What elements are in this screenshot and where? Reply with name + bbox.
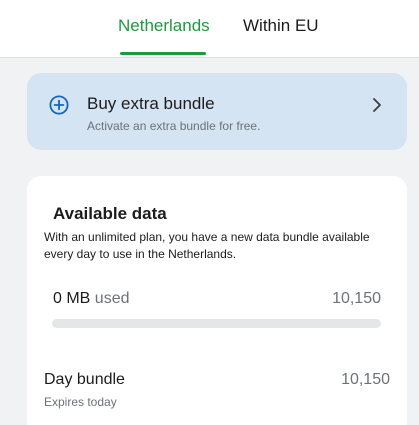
data-total: 10,150 [332, 290, 381, 307]
data-used: 0 MB used [53, 289, 130, 309]
data-usage-progress-bar [52, 319, 381, 328]
tab-bar: Netherlands Within EU [0, 0, 419, 58]
data-used-value: 0 MB [53, 290, 91, 307]
buy-extra-bundle-button[interactable]: Buy extra bundle Activate an extra bundl… [27, 73, 407, 150]
day-bundle-total: 10,150 [341, 371, 390, 388]
plus-circle-icon [49, 95, 69, 115]
day-bundle-title: Day bundle [44, 371, 125, 388]
chevron-right-icon [373, 98, 381, 112]
tab-within-eu[interactable]: Within EU [243, 16, 319, 36]
banner-title: Buy extra bundle [87, 94, 215, 113]
day-bundle-expiry: Expires today [44, 395, 117, 409]
active-tab-indicator [120, 52, 206, 55]
tab-netherlands[interactable]: Netherlands [118, 16, 210, 36]
available-data-description: With an unlimited plan, you have a new d… [44, 230, 370, 261]
data-used-label: used [94, 290, 130, 307]
available-data-title: Available data [53, 204, 167, 223]
banner-subtitle: Activate an extra bundle for free. [87, 119, 261, 133]
